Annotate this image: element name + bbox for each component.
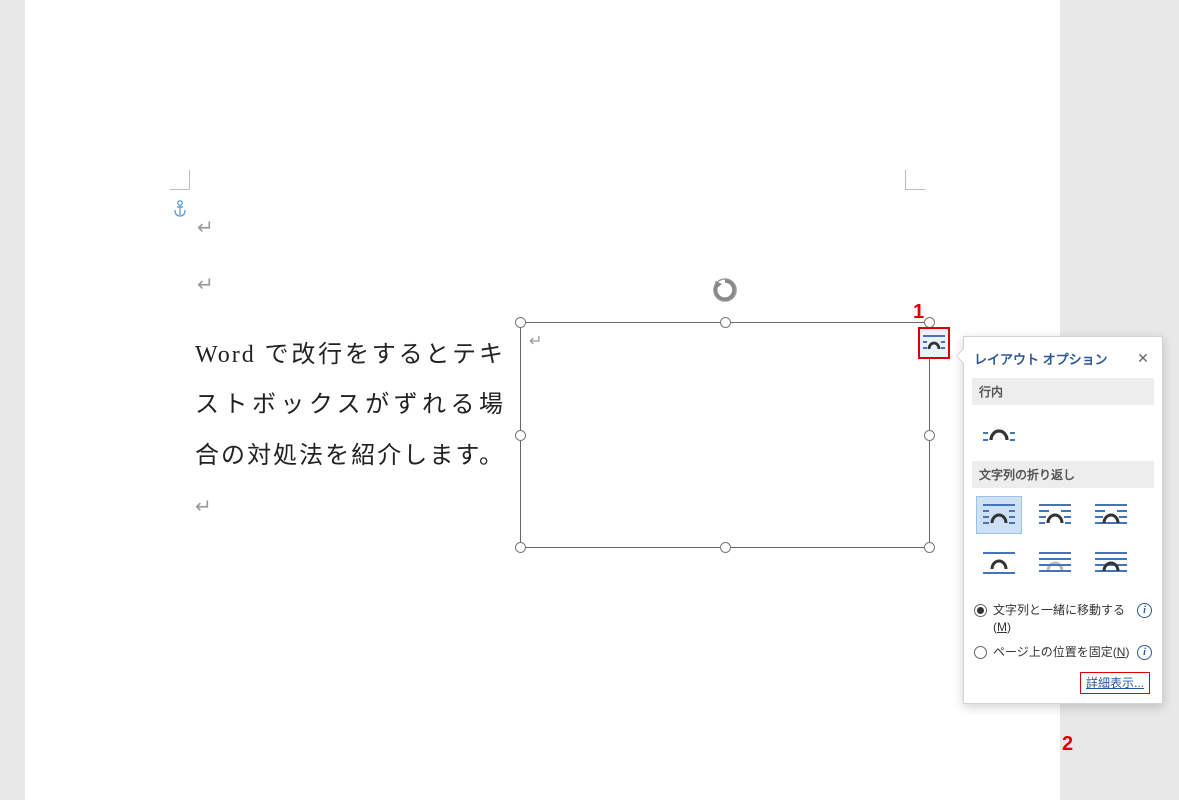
layout-options-button[interactable] <box>918 327 950 359</box>
radio-fix-position[interactable]: ページ上の位置を固定(N) i <box>974 640 1152 665</box>
paragraph-mark-icon: ↵ <box>197 272 214 297</box>
body-paragraph[interactable]: Word で改行をするとテキストボックスがずれる場合の対処法を紹介します。 ↵ <box>195 330 505 532</box>
paragraph-mark-icon: ↵ <box>197 215 214 240</box>
info-icon[interactable]: i <box>1137 645 1152 660</box>
margin-corner-tl <box>170 170 190 190</box>
wrap-behind-option[interactable] <box>1032 544 1078 582</box>
resize-handle[interactable] <box>515 430 526 441</box>
wrap-square-option[interactable] <box>976 496 1022 534</box>
info-icon[interactable]: i <box>1137 603 1152 618</box>
wrap-topbottom-option[interactable] <box>976 544 1022 582</box>
flyout-header: レイアウト オプション ✕ <box>972 345 1154 378</box>
paragraph-mark-icon: ↵ <box>195 496 214 518</box>
radio-move-with-text[interactable]: 文字列と一緒に移動する(M) i <box>974 598 1152 640</box>
resize-handle[interactable] <box>515 317 526 328</box>
detail-link-row: 詳細表示... <box>972 666 1154 695</box>
layout-options-flyout: レイアウト オプション ✕ 行内 文字列の折り返し <box>963 336 1163 704</box>
flyout-title: レイアウト オプション <box>974 349 1108 368</box>
detail-link[interactable]: 詳細表示... <box>1080 672 1150 694</box>
rotate-handle-icon[interactable] <box>712 277 738 303</box>
wrap-text-icon <box>922 333 946 353</box>
resize-handle[interactable] <box>924 542 935 553</box>
radio-icon <box>974 604 987 617</box>
body-text-content: Word で改行をするとテキストボックスがずれる場合の対処法を紹介します。 <box>195 342 505 469</box>
paragraph-mark-icon: ↵ <box>529 331 542 351</box>
position-radio-group: 文字列と一緒に移動する(M) i ページ上の位置を固定(N) i <box>972 592 1154 666</box>
section-inline-header: 行内 <box>972 378 1154 405</box>
document-page: ↵ ↵ Word で改行をするとテキストボックスがずれる場合の対処法を紹介します… <box>25 0 1060 800</box>
radio-icon <box>974 646 987 659</box>
selected-textbox[interactable]: ↵ <box>520 322 930 548</box>
radio-label: ページ上の位置を固定(N) <box>993 644 1131 661</box>
wrap-tight-option[interactable] <box>1032 496 1078 534</box>
close-icon[interactable]: ✕ <box>1134 350 1152 367</box>
annotation-1: 1 <box>913 301 924 324</box>
wrap-inline-option[interactable] <box>976 413 1022 451</box>
margin-corner-tr <box>905 170 925 190</box>
radio-label: 文字列と一緒に移動する(M) <box>993 602 1131 636</box>
wrap-infront-option[interactable] <box>1088 544 1134 582</box>
resize-handle[interactable] <box>720 542 731 553</box>
section-wrap-header: 文字列の折り返し <box>972 461 1154 488</box>
resize-handle[interactable] <box>720 317 731 328</box>
resize-handle[interactable] <box>515 542 526 553</box>
wrap-through-option[interactable] <box>1088 496 1134 534</box>
resize-handle[interactable] <box>924 430 935 441</box>
annotation-2: 2 <box>1062 733 1073 756</box>
anchor-icon <box>173 200 187 218</box>
flyout-pointer <box>957 349 964 363</box>
